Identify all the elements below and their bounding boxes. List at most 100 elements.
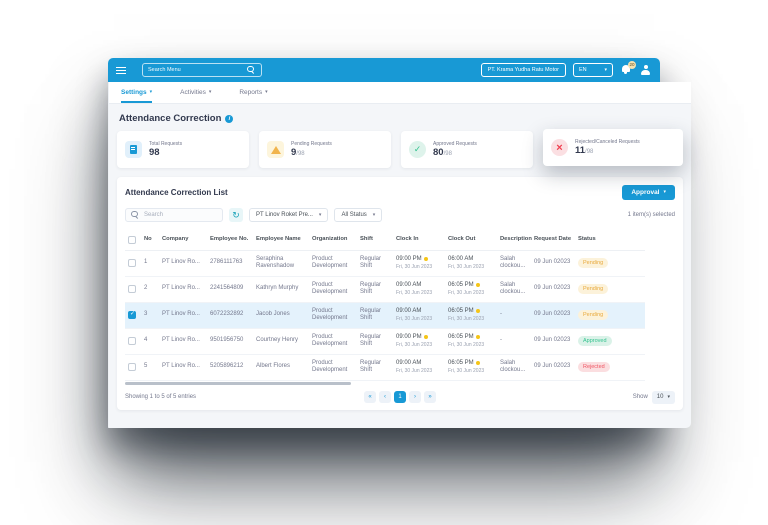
filter-row: Search ↻ PT Linov Roket Pre... ▾ All Sta…: [125, 208, 675, 222]
notification-badge: 20: [628, 61, 636, 69]
stat-label: Pending Requests: [291, 141, 332, 147]
page-title: Attendance Correction: [119, 113, 221, 124]
search-icon: [247, 66, 256, 75]
cell-clock-out: 06:05 PM Fri, 30 Jun 2023: [445, 354, 497, 380]
prev-page-button[interactable]: ‹: [379, 391, 391, 403]
column-header: Description: [497, 230, 531, 250]
last-page-button[interactable]: »: [424, 391, 436, 403]
cell-status: Rejected: [575, 354, 645, 380]
cell-employee-name: Courtney Henry: [253, 328, 309, 354]
select-all-checkbox[interactable]: [128, 236, 136, 244]
stat-approved-requests: Approved Requests 80/98: [401, 131, 533, 168]
cell-employee-name: Albert Flores: [253, 354, 309, 380]
cell-company: PT Linov Ro...: [159, 250, 207, 276]
cell-company: PT Linov Ro...: [159, 276, 207, 302]
search-icon: [131, 211, 140, 220]
cell-employee-no: 2241564809: [207, 276, 253, 302]
cell-status: Pending: [575, 250, 645, 276]
status-badge: Pending: [578, 284, 608, 295]
tab-label: Settings: [121, 89, 147, 96]
first-page-button[interactable]: «: [364, 391, 376, 403]
refresh-button[interactable]: ↻: [229, 208, 243, 222]
table-row[interactable]: 5 PT Linov Ro... 5205896212 Albert Flore…: [125, 354, 645, 380]
status-filter-dropdown[interactable]: All Status ▾: [334, 208, 382, 222]
chevron-down-icon: ▾: [667, 395, 670, 400]
showing-entries-label: Showing 1 to 5 of 5 entries: [125, 394, 364, 400]
cell-employee-no: 6072232892: [207, 302, 253, 328]
column-header: Clock In: [393, 230, 445, 250]
table-row[interactable]: 2 PT Linov Ro... 2241564809 Kathryn Murp…: [125, 276, 645, 302]
cell-no: 1: [141, 250, 159, 276]
page-background: Search Menu PT. Krama Yudha Ratu Motor E…: [0, 0, 768, 525]
corrected-indicator-icon: [476, 335, 480, 339]
row-checkbox[interactable]: [128, 285, 136, 293]
cell-request-date: 09 Jun 02023: [531, 250, 575, 276]
page-1-button[interactable]: 1: [394, 391, 406, 403]
company-selector-button[interactable]: PT. Krama Yudha Ratu Motor: [481, 63, 566, 77]
language-selector[interactable]: EN ▾: [573, 63, 613, 77]
cell-clock-out: 06:00 AM Fri, 30 Jun 2023: [445, 250, 497, 276]
table-row[interactable]: 4 PT Linov Ro... 9501956750 Courtney Hen…: [125, 328, 645, 354]
table-search-input[interactable]: Search: [125, 208, 223, 222]
tab-label: Activities: [180, 89, 206, 96]
chevron-down-icon: ▾: [265, 90, 268, 95]
status-badge: Approved: [578, 336, 612, 347]
chevron-down-icon: ▾: [604, 68, 607, 73]
stat-cards: Total Requests 98 Pending Requests 9/98: [117, 131, 683, 168]
cell-shift: Regular Shift: [357, 250, 393, 276]
column-header: Company: [159, 230, 207, 250]
cell-status: Approved: [575, 328, 645, 354]
row-checkbox[interactable]: [128, 363, 136, 371]
approval-button[interactable]: Approval ▾: [622, 185, 675, 200]
top-bar-right: PT. Krama Yudha Ratu Motor EN ▾ 20: [481, 63, 652, 77]
cell-shift: Regular Shift: [357, 276, 393, 302]
menu-search-input[interactable]: Search Menu: [142, 63, 262, 77]
next-page-button[interactable]: ›: [409, 391, 421, 403]
cell-request-date: 09 Jun 02023: [531, 354, 575, 380]
tab-reports[interactable]: Reports ▾: [239, 89, 267, 103]
table-row[interactable]: 3 PT Linov Ro... 6072232892 Jacob Jones …: [125, 302, 645, 328]
corrected-indicator-icon: [424, 335, 428, 339]
cell-description: Salah clockou...: [497, 250, 531, 276]
column-header: Status: [575, 230, 645, 250]
row-checkbox[interactable]: [128, 337, 136, 345]
cell-employee-no: 2786111763: [207, 250, 253, 276]
app-window: Search Menu PT. Krama Yudha Ratu Motor E…: [108, 58, 660, 428]
page-size-selector[interactable]: 10 ▾: [652, 391, 675, 404]
row-checkbox[interactable]: [128, 259, 136, 267]
search-placeholder: Search: [144, 212, 163, 218]
status-badge: Pending: [578, 258, 608, 269]
tab-activities[interactable]: Activities ▾: [180, 89, 211, 103]
table-footer: Showing 1 to 5 of 5 entries « ‹ 1: [125, 391, 675, 404]
document-icon: [125, 141, 142, 158]
horizontal-scrollbar[interactable]: [125, 382, 351, 385]
table-header-row: NoCompanyEmployee No.Employee NameOrgani…: [125, 230, 645, 250]
notifications-button[interactable]: 20: [620, 64, 633, 77]
stat-value: 11: [575, 145, 585, 156]
menu-icon[interactable]: [116, 65, 126, 75]
cell-shift: Regular Shift: [357, 328, 393, 354]
chevron-down-icon: ▾: [373, 213, 376, 218]
row-checkbox[interactable]: [128, 311, 136, 319]
company-filter-dropdown[interactable]: PT Linov Roket Pre... ▾: [249, 208, 328, 222]
chevron-down-icon: ▾: [209, 90, 212, 95]
selected-count-label: 1 item(s) selected: [628, 212, 675, 218]
cell-organization: Product Development: [309, 328, 357, 354]
cell-employee-name: Jacob Jones: [253, 302, 309, 328]
cell-description: -: [497, 328, 531, 354]
chevron-down-icon: ▾: [663, 190, 666, 195]
cell-employee-name: Kathryn Murphy: [253, 276, 309, 302]
table-row[interactable]: 1 PT Linov Ro... 2786111763 Seraphina Ra…: [125, 250, 645, 276]
cell-clock-in: 09:00 AM Fri, 30 Jun 2023: [393, 276, 445, 302]
cell-shift: Regular Shift: [357, 302, 393, 328]
tab-settings[interactable]: Settings ▾: [121, 89, 152, 103]
cell-clock-out: 06:05 PM Fri, 30 Jun 2023: [445, 328, 497, 354]
status-badge: Rejected: [578, 362, 610, 373]
info-icon[interactable]: i: [225, 115, 233, 123]
show-label: Show: [633, 394, 648, 400]
cell-clock-in: 09:00 AM Fri, 30 Jun 2023: [393, 302, 445, 328]
cell-shift: Regular Shift: [357, 354, 393, 380]
table-body: 1 PT Linov Ro... 2786111763 Seraphina Ra…: [125, 250, 645, 380]
user-avatar[interactable]: [640, 64, 652, 76]
cell-status: Pending: [575, 302, 645, 328]
